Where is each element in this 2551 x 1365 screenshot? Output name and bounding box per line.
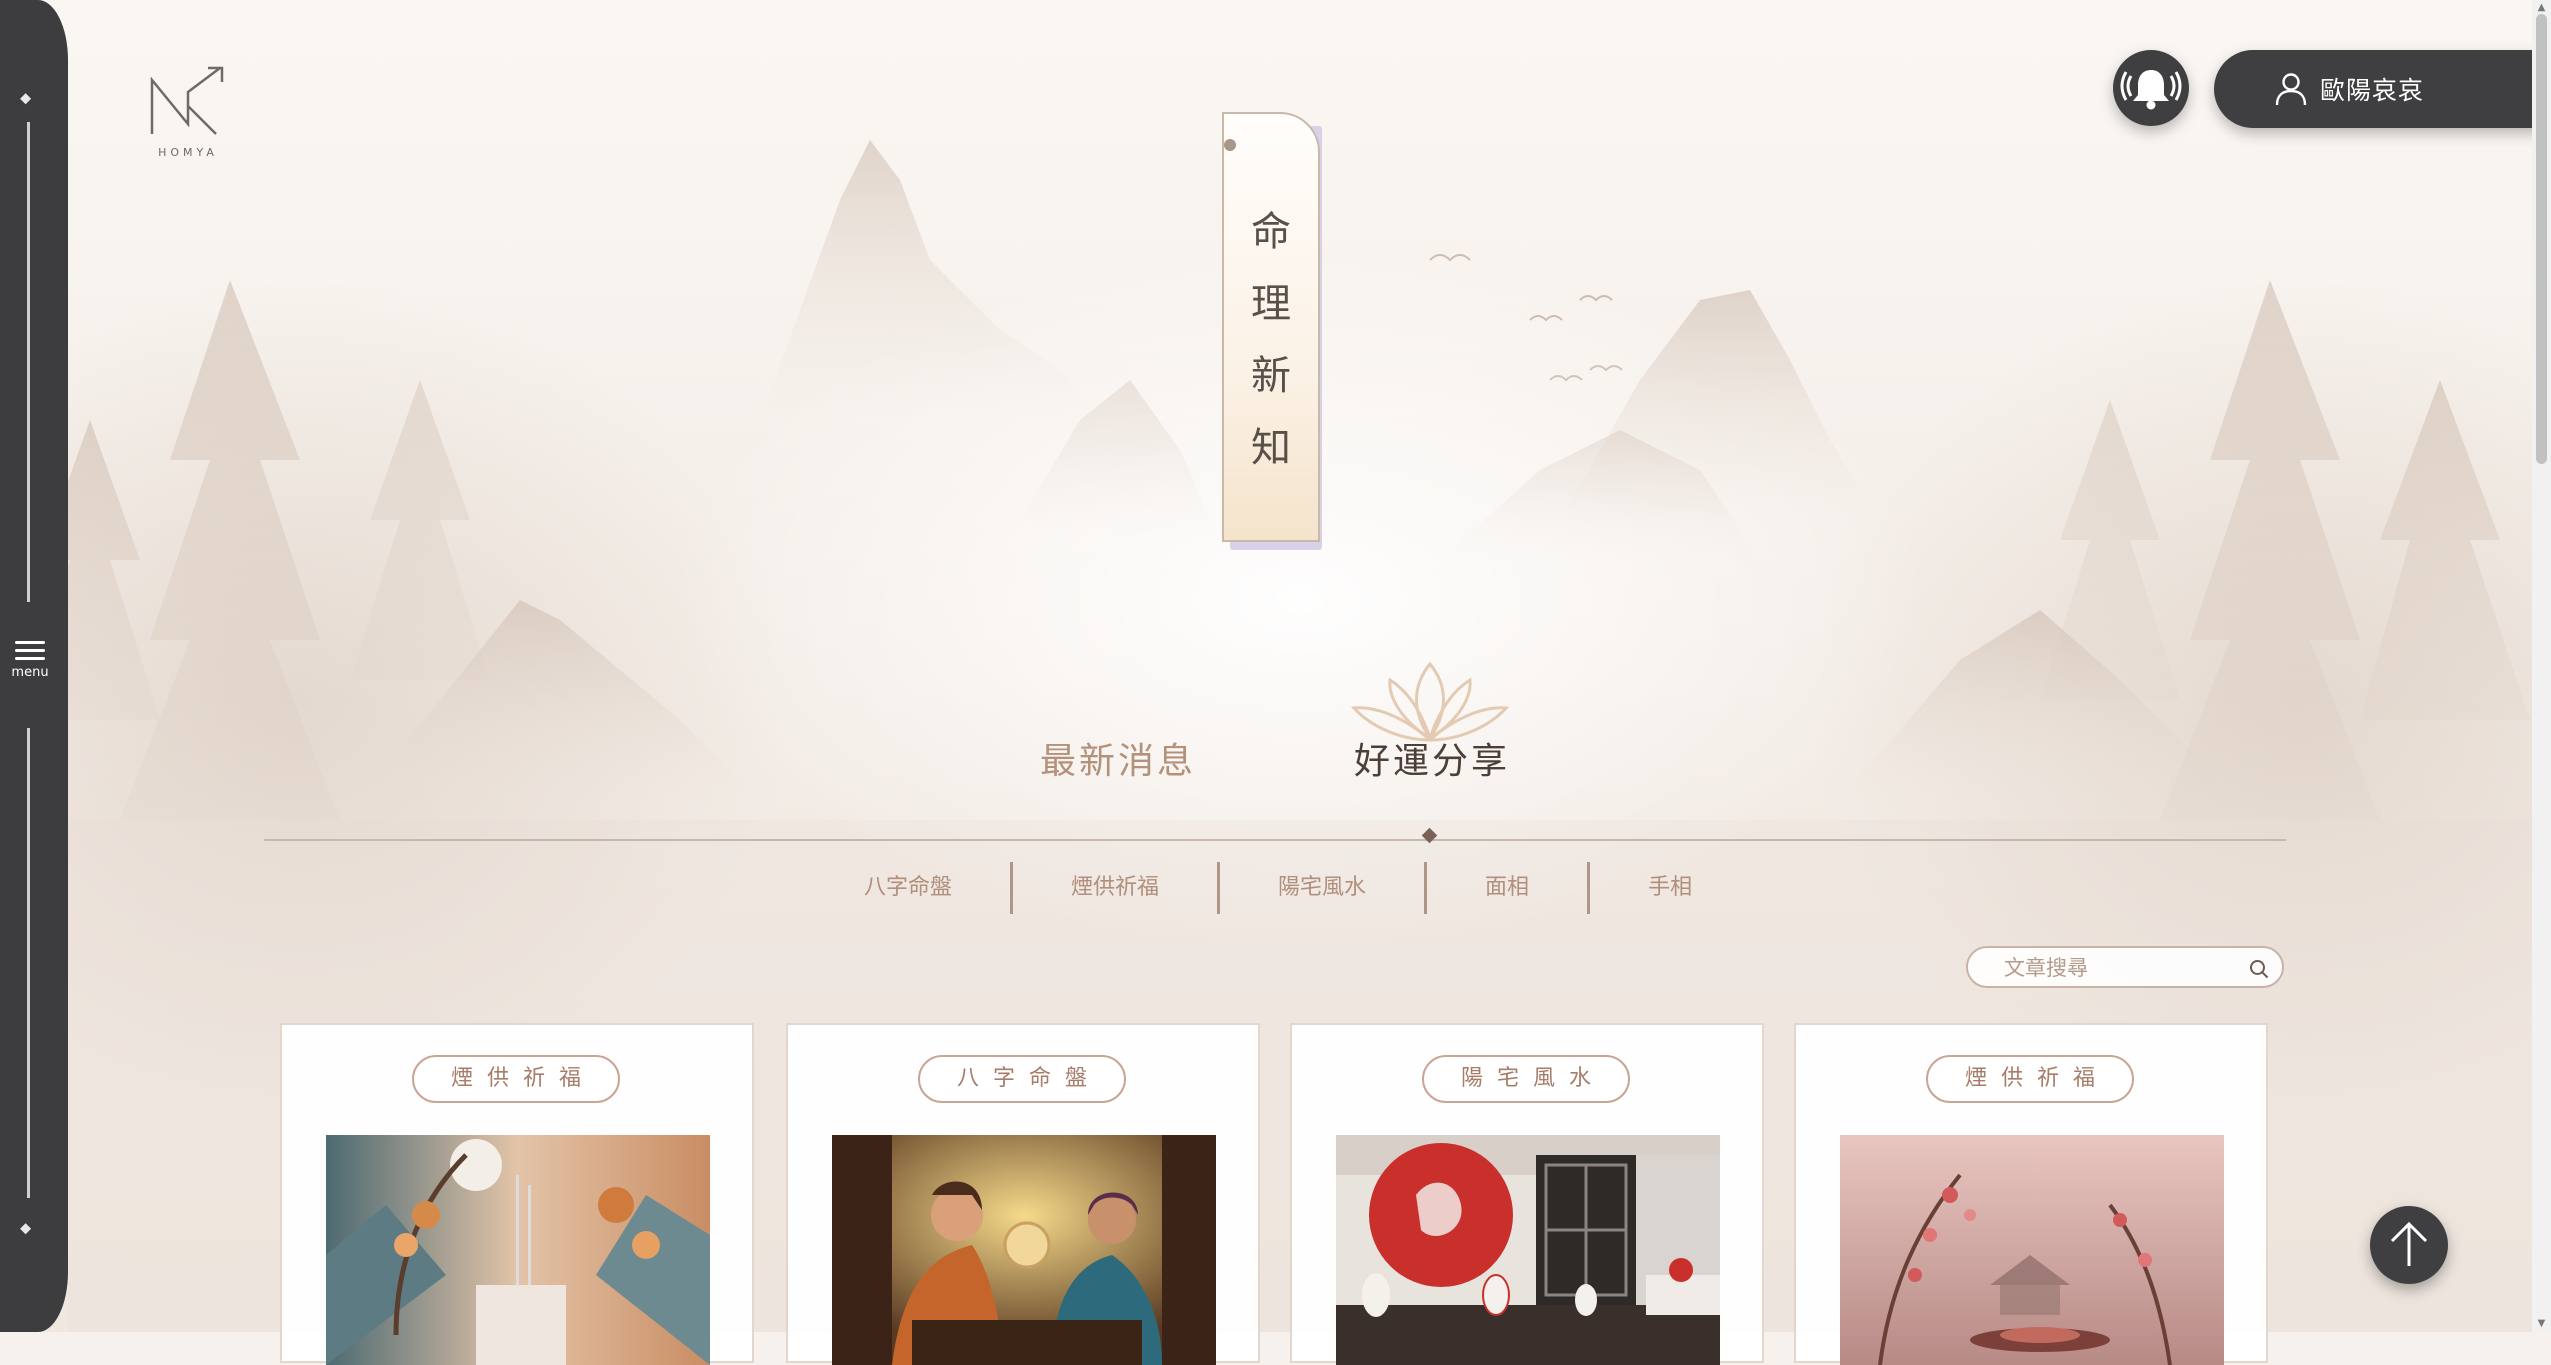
card-image[interactable]: [832, 1135, 1216, 1365]
category-face-reading[interactable]: 面相: [1427, 860, 1587, 916]
section-divider: [264, 839, 2286, 841]
article-card[interactable]: 煙供祈福: [280, 1023, 754, 1365]
scroll-up-diamond-icon[interactable]: ⬥: [20, 90, 31, 106]
menu-bar-icon: [15, 641, 45, 644]
section-title-char: 理: [1251, 281, 1291, 327]
menu-bar-icon: [15, 649, 45, 652]
menu-bar-icon: [15, 657, 45, 660]
user-account-button[interactable]: 歐陽哀哀: [2214, 50, 2551, 128]
article-search: [1966, 946, 2284, 988]
logo-mark-icon: [150, 66, 224, 135]
card-category-tag[interactable]: 煙供祈福: [1926, 1055, 2134, 1103]
category-incense-blessing[interactable]: 煙供祈福: [1013, 860, 1217, 916]
menu-label: menu: [11, 665, 49, 680]
logo-text: HOMYA: [158, 146, 218, 159]
card-category-tag[interactable]: 八字命盤: [918, 1055, 1126, 1103]
scrollbar-thumb[interactable]: [2536, 14, 2547, 464]
sidebar-divider-bottom: [27, 728, 30, 1198]
section-title: 命 理 新 知: [1222, 196, 1320, 484]
sidebar-rail: ⬥ menu ⬥: [0, 0, 68, 1332]
banner-ornament: [1224, 139, 1236, 151]
card-image[interactable]: [1840, 1135, 2224, 1365]
bell-icon: [2120, 70, 2182, 110]
article-card[interactable]: 煙供祈福: [1794, 1023, 2268, 1365]
scroll-down-arrow-icon[interactable]: ▼: [2535, 1318, 2548, 1330]
scroll-down-diamond-icon[interactable]: ⬥: [20, 1220, 31, 1236]
search-icon[interactable]: [2248, 958, 2270, 980]
section-title-char: 知: [1251, 425, 1291, 471]
card-category-tag[interactable]: 煙供祈福: [412, 1055, 620, 1103]
card-category-tag[interactable]: 陽宅風水: [1422, 1055, 1630, 1103]
card-image[interactable]: [326, 1135, 710, 1365]
user-icon: [2275, 73, 2307, 106]
menu-button[interactable]: menu: [8, 636, 52, 680]
category-filter: 八字命盤 煙供祈福 陽宅風水 面相 手相: [806, 860, 1750, 916]
user-name: 歐陽哀哀: [2320, 76, 2425, 105]
category-feng-shui[interactable]: 陽宅風水: [1220, 860, 1424, 916]
section-title-char: 命: [1251, 209, 1291, 255]
category-bazi[interactable]: 八字命盤: [806, 860, 1010, 916]
scroll-up-arrow-icon[interactable]: ▲: [2535, 2, 2548, 14]
tab-latest-news[interactable]: 最新消息: [1040, 732, 1196, 784]
back-to-top-button[interactable]: [2370, 1206, 2448, 1284]
category-palm-reading[interactable]: 手相: [1590, 860, 1750, 916]
arrow-up-icon: [2390, 1221, 2428, 1266]
article-card[interactable]: 陽宅風水: [1290, 1023, 1764, 1365]
logo[interactable]: HOMYA: [140, 62, 236, 159]
card-image[interactable]: [1336, 1135, 1720, 1365]
tab-fortune-share[interactable]: 好運分享: [1354, 732, 1510, 784]
section-title-char: 新: [1251, 353, 1291, 399]
article-card[interactable]: 八字命盤: [786, 1023, 1260, 1365]
notification-button[interactable]: [2113, 50, 2189, 126]
sidebar-divider-top: [27, 122, 30, 602]
search-input[interactable]: [2002, 954, 2236, 982]
